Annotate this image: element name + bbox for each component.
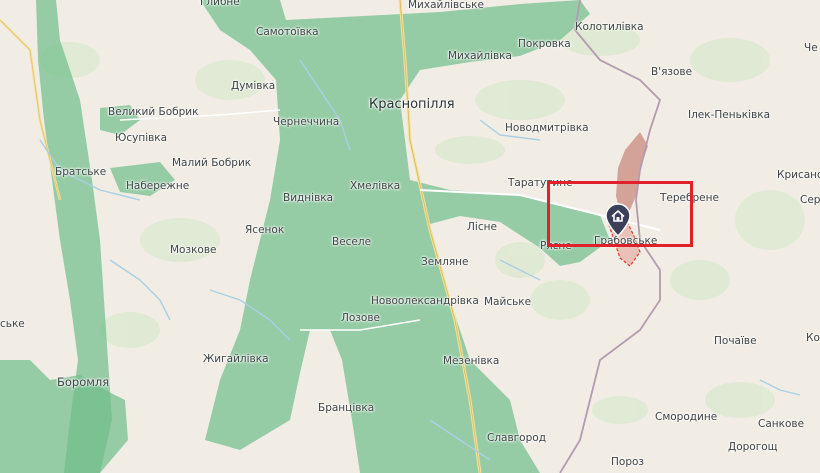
place-label-samotoivka: Самотоївка bbox=[256, 26, 319, 38]
place-label-ske-cut: ське bbox=[0, 318, 25, 330]
place-label-poroz: Пороз bbox=[611, 456, 644, 468]
place-label-lisne: Лісне bbox=[467, 221, 497, 233]
place-label-zhyhailivka: Жигайлівка bbox=[203, 353, 269, 365]
place-label-dorohoshch: Дорогощ bbox=[728, 441, 778, 453]
place-label-kysanove: Крисано bbox=[777, 169, 820, 181]
place-label-kolotylivka: Колотилівка bbox=[575, 21, 644, 33]
place-label-pochaive: Почаїве bbox=[714, 335, 757, 347]
place-label-vydnivka: Виднівка bbox=[283, 192, 334, 204]
place-label-boromlia: Боромля bbox=[57, 375, 110, 389]
place-label-kos-cut: Ко bbox=[806, 332, 820, 344]
place-label-mykhailivka: Михайлівка bbox=[448, 50, 512, 62]
place-label-hlybne: Глибне bbox=[200, 0, 240, 8]
place-label-maiske: Майське bbox=[484, 296, 532, 308]
place-label-velykyi-bobryk: Великий Бобрик bbox=[108, 106, 199, 118]
place-label-brantsivka: Бранцівка bbox=[318, 402, 375, 414]
place-label-sankove: Санкове bbox=[758, 418, 805, 430]
place-label-cher-cut: Че bbox=[804, 42, 818, 54]
place-label-chernechchyna: Чернеччина bbox=[273, 116, 340, 128]
place-label-lozove: Лозове bbox=[341, 312, 380, 324]
place-label-viazove: В'язове bbox=[651, 66, 693, 78]
place-label-krasnopillia: Краснопілля bbox=[369, 97, 455, 112]
place-label-ser-cut: Серб bbox=[800, 194, 820, 206]
place-label-novodmytrivka: Новодмитрівка bbox=[505, 122, 589, 134]
place-label-slavhorod: Славгород bbox=[487, 432, 546, 444]
place-label-ilek-penkivka: Ілек-Пеньківка bbox=[688, 109, 771, 121]
place-label-mozkove: Мозкове bbox=[170, 244, 217, 256]
place-label-khmelivka: Хмелівка bbox=[350, 180, 401, 192]
highlight-box bbox=[547, 181, 693, 247]
place-label-mykhailivske: Михайлівське bbox=[408, 0, 484, 11]
place-label-zemliane: Землянe bbox=[421, 256, 469, 268]
map-base-layer bbox=[0, 0, 805, 473]
place-label-smorodyne: Смородине bbox=[655, 411, 718, 423]
place-label-malyi-bobryk: Малий Бобрик bbox=[172, 157, 252, 169]
place-label-mezenivka: Мезенівка bbox=[443, 355, 500, 367]
place-label-naberezhne: Набережне bbox=[126, 180, 190, 192]
place-label-vesele: Веселе bbox=[332, 236, 372, 248]
place-label-pokrovka: Покровка bbox=[518, 38, 571, 50]
place-label-novooleksandrivka: Новоолександрівка bbox=[371, 295, 479, 307]
map-canvas[interactable]: Глибне Михайлівське Колотилівка Самотоїв… bbox=[0, 0, 820, 473]
place-label-yusupivka: Юсупівка bbox=[115, 132, 168, 144]
place-label-yasenok: Ясенок bbox=[245, 224, 285, 236]
place-label-bratske: Братське bbox=[55, 166, 107, 178]
place-label-dumivka: Думівка bbox=[231, 80, 276, 92]
